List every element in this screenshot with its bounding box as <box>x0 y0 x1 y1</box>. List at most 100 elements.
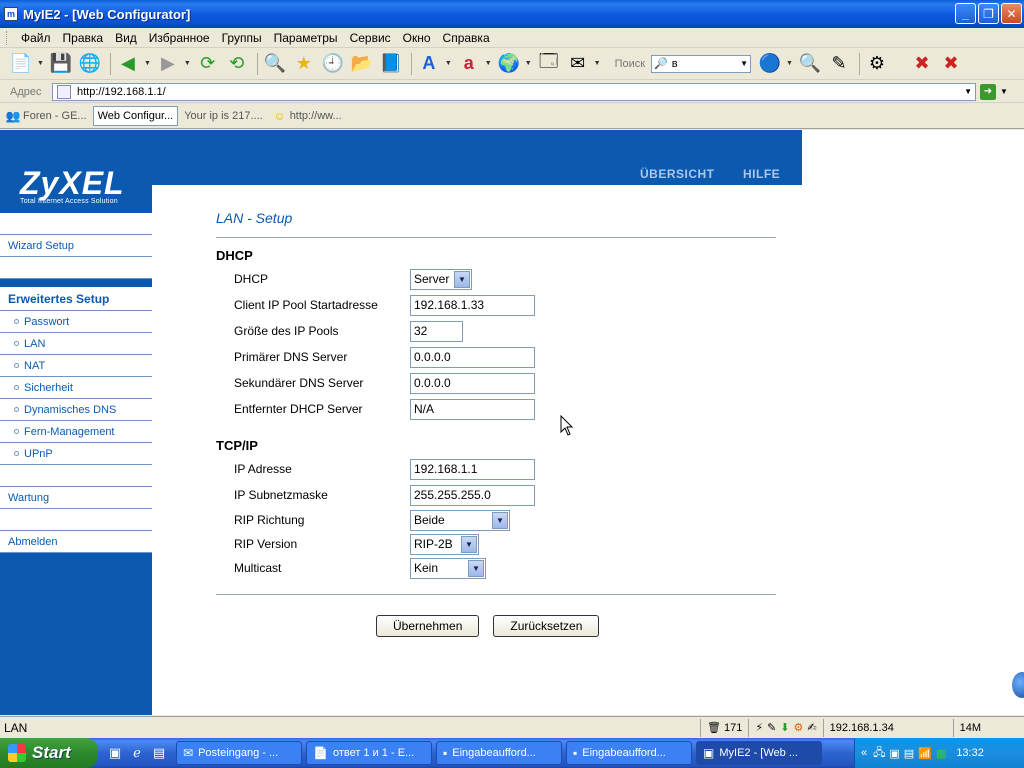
ie-icon[interactable]: ℯ <box>128 744 146 762</box>
secondary-dns-input[interactable]: 0.0.0.0 <box>410 372 535 394</box>
sidebar-item-wizard-setup[interactable]: Wizard Setup <box>0 235 152 257</box>
save-icon[interactable]: 💾 <box>48 51 74 77</box>
new-page-icon[interactable]: 📄 <box>8 51 34 77</box>
address-input[interactable]: http://192.168.1.1/ ▼ <box>52 82 976 101</box>
favorites-star-icon[interactable]: ★ <box>291 51 317 77</box>
menu-view[interactable]: Вид <box>109 31 143 45</box>
book-icon[interactable]: 📘 <box>378 51 404 77</box>
menu-options[interactable]: Параметры <box>268 31 344 45</box>
apply-button[interactable]: Übernehmen <box>376 615 480 637</box>
monitor-tray-icon[interactable]: ▤ <box>904 747 914 760</box>
quick-launch: ▣ ℯ ▤ <box>98 744 176 762</box>
start-button[interactable]: Start <box>0 738 98 768</box>
close-tab-icon[interactable]: ✖ <box>909 51 935 77</box>
network-tray-icon[interactable]: 🖧 <box>873 744 885 763</box>
sidebar-item-upnp[interactable]: UPnP <box>0 443 152 465</box>
sidebar-item-advanced-setup[interactable]: Erweitertes Setup <box>0 287 152 311</box>
encoding-icon[interactable]: a <box>456 51 482 77</box>
sidebar-item-dyndns[interactable]: Dynamisches DNS <box>0 399 152 421</box>
menu-help[interactable]: Справка <box>437 31 496 45</box>
folder-icon[interactable]: 📂 <box>349 51 375 77</box>
gear-icon[interactable]: ⚙ <box>794 721 804 734</box>
menu-favorites[interactable]: Избранное <box>143 31 216 45</box>
help-link[interactable]: HILFE <box>743 167 780 181</box>
restore-button[interactable]: ❐ <box>978 3 999 24</box>
task-cmd-1[interactable]: ▪ Eingabeaufford... <box>436 741 562 765</box>
sidebar-item-sicherheit[interactable]: Sicherheit <box>0 377 152 399</box>
download-icon[interactable]: ⬇ <box>780 721 789 734</box>
clock[interactable]: 13:32 <box>956 747 984 759</box>
pool-start-input[interactable]: 192.168.1.33 <box>410 294 535 316</box>
bullet-icon <box>14 363 19 368</box>
menu-edit[interactable]: Правка <box>57 31 110 45</box>
sidebar-item-abmelden[interactable]: Abmelden <box>0 531 152 553</box>
multicast-select[interactable]: Kein ▼ <box>410 557 486 579</box>
go-icon[interactable]: ➜ <box>980 83 996 100</box>
address-dropdown-icon[interactable]: ▼ <box>964 87 972 96</box>
pen-icon[interactable]: ✎ <box>767 721 776 734</box>
tab-foren[interactable]: 👥 Foren - GE... <box>2 106 91 126</box>
sidebar-item-passwort[interactable]: Passwort <box>0 311 152 333</box>
dhcp-mode-label: DHCP <box>234 272 269 286</box>
pool-size-input[interactable]: 32 <box>410 320 463 342</box>
popup-icon[interactable]: ⚡ <box>755 721 763 734</box>
globe-icon[interactable]: 🌍 <box>496 51 522 77</box>
task-label: Posteingang - ... <box>198 747 279 759</box>
window-icon[interactable]: 🗔 <box>536 51 562 77</box>
chat-tray-icon[interactable]: ▦ <box>936 747 946 760</box>
reset-button[interactable]: Zurücksetzen <box>493 615 600 637</box>
highlight-icon[interactable]: ✎ <box>826 51 852 77</box>
find-icon[interactable]: 🔍 <box>797 51 823 77</box>
task-outlook[interactable]: ✉ Posteingang - ... <box>176 741 302 765</box>
refresh-icon[interactable]: ⟳ <box>195 51 221 77</box>
subnet-mask-input[interactable]: 255.255.255.0 <box>410 484 535 506</box>
search-dropdown-icon[interactable]: ▼ <box>740 59 748 68</box>
rip-version-select[interactable]: RIP-2B ▼ <box>410 533 479 555</box>
font-icon[interactable]: A <box>416 51 442 77</box>
explorer-icon[interactable]: ▤ <box>150 744 168 762</box>
ip-address-input[interactable]: 192.168.1.1 <box>410 458 535 480</box>
menu-window[interactable]: Окно <box>397 31 437 45</box>
menu-groups[interactable]: Группы <box>216 31 268 45</box>
back-icon[interactable]: ◀ <box>115 51 141 77</box>
tab-http[interactable]: ☺ http://ww... <box>269 106 346 126</box>
rip-direction-select[interactable]: Beide ▼ <box>410 509 510 531</box>
tab-your-ip[interactable]: Your ip is 217.... <box>180 106 266 126</box>
task-email[interactable]: 📄 ответ 1 и 1 - Е... <box>306 741 432 765</box>
search-icon[interactable]: 🔍 <box>262 51 288 77</box>
task-cmd-2[interactable]: ▪ Eingabeaufford... <box>566 741 692 765</box>
overview-link[interactable]: ÜBERSICHT <box>640 167 715 181</box>
tray-arrow-icon[interactable]: « <box>861 747 867 759</box>
mail-icon[interactable]: ✉ <box>565 51 591 77</box>
history-icon[interactable]: 🕘 <box>320 51 346 77</box>
sidebar-item-lan[interactable]: LAN <box>0 333 152 355</box>
close-all-icon[interactable]: ✖ <box>938 51 964 77</box>
close-button[interactable]: ✕ <box>1001 3 1022 24</box>
pool-size-label: Größe des IP Pools <box>234 324 339 338</box>
task-myie2[interactable]: ▣ MyIE2 - [Web ... <box>696 741 822 765</box>
app-tray-icon[interactable]: ▣ <box>889 747 899 760</box>
menu-tools[interactable]: Сервис <box>344 31 397 45</box>
form-row: Client IP Pool Startadresse 192.168.1.33 <box>216 292 776 318</box>
wifi-tray-icon[interactable]: 📶 <box>918 747 932 760</box>
address-bar: Адрес http://192.168.1.1/ ▼ ➜ ▼ <box>0 81 1024 103</box>
menu-file[interactable]: Файл <box>15 31 57 45</box>
sidebar-item-fern-management[interactable]: Fern-Management <box>0 421 152 443</box>
primary-dns-input[interactable]: 0.0.0.0 <box>410 346 535 368</box>
search-input[interactable]: 🔎 в ▼ <box>651 54 752 73</box>
refresh-all-icon[interactable]: ⟲ <box>224 51 250 77</box>
forward-icon[interactable]: ▶ <box>155 51 181 77</box>
edit-icon[interactable]: ✍ <box>807 721 816 734</box>
dhcp-mode-select[interactable]: Server ▼ <box>410 268 472 290</box>
status-count: 171 <box>723 721 743 734</box>
go-dropdown-icon[interactable]: ▼ <box>1000 87 1008 96</box>
sidebar-item-nat[interactable]: NAT <box>0 355 152 377</box>
app-launcher-icon[interactable]: ▣ <box>106 744 124 762</box>
settings-icon[interactable]: ⚙ <box>864 51 890 77</box>
tab-web-configurator[interactable]: Web Configur... <box>92 106 179 126</box>
remote-dhcp-input[interactable]: N/A <box>410 398 535 420</box>
network-icon[interactable]: 🌐 <box>77 51 103 77</box>
sidebar-item-wartung[interactable]: Wartung <box>0 487 152 509</box>
search-engine-icon[interactable]: 🔵 <box>757 51 783 77</box>
minimize-button[interactable]: _ <box>955 3 976 24</box>
